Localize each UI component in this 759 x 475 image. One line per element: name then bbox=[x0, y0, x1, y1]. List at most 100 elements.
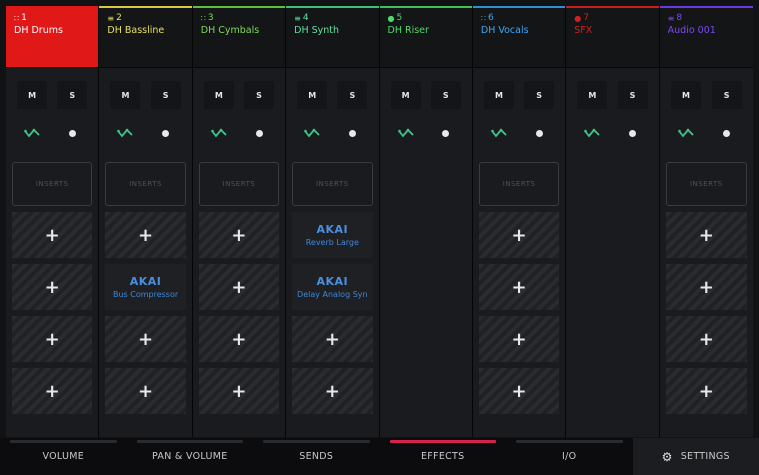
mute-solo-row: MS bbox=[660, 76, 753, 114]
channel-header[interactable]: ∷ 1 DH Drums bbox=[6, 6, 99, 68]
tab-sends[interactable]: SENDS bbox=[253, 438, 380, 475]
channel-header[interactable]: ≡ 4 DH Synth bbox=[286, 6, 379, 68]
channel-number-label: 3 bbox=[207, 13, 214, 23]
solo-button[interactable]: S bbox=[244, 81, 275, 109]
tab-label: VOLUME bbox=[42, 451, 85, 462]
record-arm-button[interactable] bbox=[63, 127, 81, 139]
settings-button[interactable]: ⚙ SETTINGS bbox=[632, 438, 759, 475]
inserts-button[interactable]: INSERTS bbox=[198, 162, 280, 206]
automation-icon[interactable] bbox=[583, 127, 601, 139]
add-effect-slot[interactable]: + bbox=[12, 212, 93, 258]
add-effect-slot[interactable]: + bbox=[105, 316, 186, 362]
mute-button[interactable]: M bbox=[17, 81, 48, 109]
mute-solo-row: MS bbox=[286, 76, 378, 114]
tab-label: SENDS bbox=[299, 451, 334, 462]
add-effect-slot[interactable]: + bbox=[292, 316, 373, 362]
track-type-icon: ≡ bbox=[294, 14, 301, 23]
tab-label: PAN & VOLUME bbox=[151, 451, 228, 462]
track-type-icon: ≡ bbox=[107, 14, 115, 23]
channel-number-label: 2 bbox=[116, 13, 122, 23]
plugin-name: Delay Analog Syn bbox=[297, 290, 368, 299]
insert-slots: + + + + bbox=[12, 212, 93, 414]
solo-button[interactable]: S bbox=[617, 81, 648, 109]
add-effect-slot[interactable]: + bbox=[478, 264, 560, 310]
tab-i-o[interactable]: I/O bbox=[506, 438, 633, 475]
automation-icon[interactable] bbox=[677, 127, 695, 139]
add-effect-slot[interactable]: + bbox=[292, 368, 373, 414]
inserts-button[interactable]: INSERTS bbox=[105, 162, 186, 206]
tab-pan-volume[interactable]: PAN & VOLUME bbox=[127, 438, 254, 475]
automation-icon[interactable] bbox=[116, 127, 134, 139]
solo-button[interactable]: S bbox=[430, 81, 461, 109]
effect-slot[interactable]: AKAI Reverb Large bbox=[292, 212, 373, 258]
add-effect-slot[interactable]: + bbox=[478, 316, 560, 362]
add-effect-slot[interactable]: + bbox=[478, 212, 560, 258]
record-arm-button[interactable] bbox=[624, 127, 642, 139]
automation-icon[interactable] bbox=[490, 127, 508, 139]
inserts-button[interactable]: INSERTS bbox=[292, 162, 373, 206]
tab-volume[interactable]: VOLUME bbox=[0, 438, 127, 475]
add-effect-slot[interactable]: + bbox=[105, 368, 186, 414]
add-effect-slot[interactable]: + bbox=[665, 368, 747, 414]
mute-button[interactable]: M bbox=[577, 81, 608, 109]
channel-number: ● 5 bbox=[388, 13, 472, 24]
mute-button[interactable]: M bbox=[483, 81, 514, 109]
add-effect-slot[interactable]: + bbox=[198, 212, 280, 258]
mute-button[interactable]: M bbox=[297, 81, 328, 109]
add-effect-slot[interactable]: + bbox=[198, 368, 280, 414]
tab-label: I/O bbox=[562, 451, 577, 462]
effect-slot[interactable]: AKAI Bus Compressor bbox=[105, 264, 186, 310]
solo-button[interactable]: S bbox=[337, 81, 368, 109]
record-arm-button[interactable] bbox=[343, 127, 361, 139]
add-effect-slot[interactable]: + bbox=[105, 212, 186, 258]
record-dot-icon bbox=[629, 129, 637, 137]
add-effect-slot[interactable]: + bbox=[665, 212, 747, 258]
channel-header[interactable]: ● 7 SFX bbox=[566, 6, 659, 68]
settings-label: SETTINGS bbox=[680, 451, 730, 462]
record-arm-button[interactable] bbox=[718, 127, 736, 139]
channel-header[interactable]: ≡ 8 Audio 001 bbox=[659, 6, 753, 68]
mute-solo-row: MS bbox=[99, 76, 191, 114]
effect-slot[interactable]: AKAI Delay Analog Syn bbox=[292, 264, 373, 310]
record-arm-button[interactable] bbox=[437, 127, 455, 139]
automation-icon[interactable] bbox=[397, 127, 415, 139]
channel-header[interactable]: ≡ 2 DH Bassline bbox=[99, 6, 192, 68]
record-arm-button[interactable] bbox=[250, 127, 268, 139]
add-effect-slot[interactable]: + bbox=[665, 316, 747, 362]
channel-header[interactable]: ∷ 6 DH Vocals bbox=[472, 6, 566, 68]
channel-color-bar bbox=[566, 6, 659, 8]
mute-button[interactable]: M bbox=[110, 81, 141, 109]
record-arm-button[interactable] bbox=[157, 127, 175, 139]
automation-icon[interactable] bbox=[23, 127, 41, 139]
tab-indicator bbox=[263, 440, 370, 443]
channel-number-label: 8 bbox=[676, 13, 683, 23]
automation-icon[interactable] bbox=[210, 127, 228, 139]
mute-button[interactable]: M bbox=[203, 81, 234, 109]
mute-button[interactable]: M bbox=[390, 81, 421, 109]
channel-color-bar bbox=[379, 6, 472, 8]
channel-header[interactable]: ● 5 DH Riser bbox=[379, 6, 472, 68]
add-effect-slot[interactable]: + bbox=[198, 264, 280, 310]
inserts-button[interactable]: INSERTS bbox=[12, 162, 93, 206]
solo-button[interactable]: S bbox=[57, 81, 88, 109]
inserts-button[interactable]: INSERTS bbox=[478, 162, 560, 206]
add-effect-slot[interactable]: + bbox=[478, 368, 560, 414]
add-effect-slot[interactable]: + bbox=[665, 264, 747, 310]
tab-label: EFFECTS bbox=[420, 451, 465, 462]
inserts-button[interactable]: INSERTS bbox=[665, 162, 747, 206]
channel-header[interactable]: ∷ 3 DH Cymbals bbox=[192, 6, 286, 68]
tab-effects[interactable]: EFFECTS bbox=[380, 438, 507, 475]
add-effect-slot[interactable]: + bbox=[12, 368, 93, 414]
automation-row bbox=[6, 118, 98, 148]
automation-icon[interactable] bbox=[303, 127, 321, 139]
mute-button[interactable]: M bbox=[670, 81, 701, 109]
add-effect-slot[interactable]: + bbox=[12, 264, 93, 310]
channel-number: ∷ 1 bbox=[14, 13, 98, 24]
record-arm-button[interactable] bbox=[530, 127, 548, 139]
add-effect-slot[interactable]: + bbox=[12, 316, 93, 362]
solo-button[interactable]: S bbox=[711, 81, 742, 109]
add-effect-slot[interactable]: + bbox=[198, 316, 280, 362]
solo-button[interactable]: S bbox=[150, 81, 181, 109]
solo-button[interactable]: S bbox=[524, 81, 555, 109]
plugin-name: Bus Compressor bbox=[112, 290, 179, 299]
